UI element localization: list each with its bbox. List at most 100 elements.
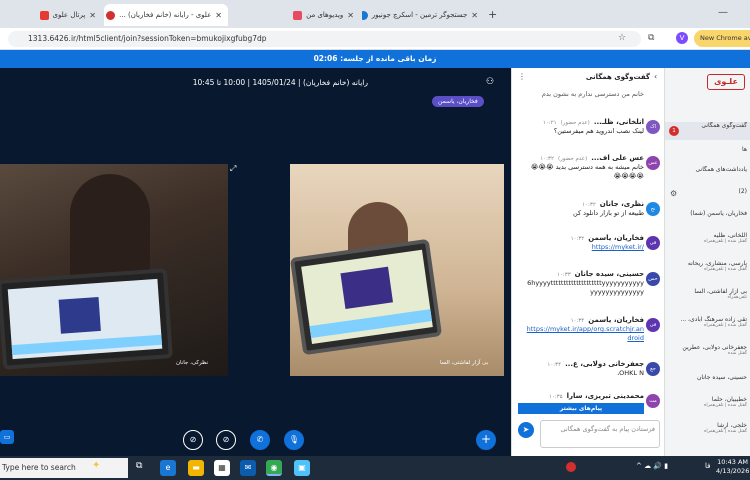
tab-title: پرتال علوی (52, 11, 86, 19)
message-link[interactable]: https://myket.ir/ (524, 243, 644, 252)
user-status: گفتل شده | تلفن‌همراه (704, 239, 747, 245)
session-timer-banner: زمان باقی مانده از جلسه: 02:06 (0, 50, 750, 68)
user-list-item[interactable]: بی آزار لفاشتی، السا تلفن‌همراه (665, 288, 750, 306)
file-explorer-icon[interactable]: ▬ (188, 460, 204, 476)
nav-item[interactable]: ها (665, 146, 750, 164)
user-list-item[interactable]: خطیبیان، حلما گفتل شده | تلفن‌همراه (665, 396, 750, 414)
fullscreen-icon[interactable]: ⤢ (230, 164, 236, 174)
site-favicon (293, 10, 303, 20)
close-icon[interactable]: ✕ (89, 11, 96, 20)
sender-name: جعفرخانی دولابی، ع...۱۰:۳۴ (547, 360, 644, 368)
chevron-left-icon[interactable]: ‹ (654, 72, 657, 81)
avatar: فی (646, 318, 660, 332)
taskbar: Type here to search ✦ ⧉ e ▬ ▦ ✉ ◉ ▣ ^ ☁ … (0, 456, 750, 480)
nav-item-shared-notes[interactable]: یادداشت‌های همگانی (665, 166, 750, 184)
users-panel: علـوی گفت‌وگوی همگانی 1 ها یادداشت‌های ه… (664, 68, 750, 456)
screenshare-off-button[interactable]: ⊘ (183, 430, 203, 450)
user-name: جعفرخانی دولابی، عطرین (682, 344, 747, 351)
tablet-screen (0, 268, 173, 370)
tab-title: جستجوگر ترمین - اسکرچ جونیور (371, 11, 468, 19)
close-icon[interactable]: ✕ (215, 11, 222, 20)
tab-meeting[interactable]: ✕ علوی - رایانه (خانم فخاریان) ... (104, 4, 228, 26)
notification-icon[interactable] (566, 462, 576, 472)
sender-name: حسینی، سیده جانان۱۰:۳۳ (557, 270, 644, 278)
task-view-icon[interactable]: ⧉ (136, 461, 142, 471)
nav-label: یادداشت‌های همگانی (695, 166, 747, 173)
chat-message: فخاریان، یاسمن۱۰:۳۴ https://myket.ir/app… (524, 316, 644, 343)
app-icon[interactable]: ▣ (294, 460, 310, 476)
user-list-item[interactable]: اللخانی، ظلیه گفتل شده | تلفن‌همراه (665, 232, 750, 250)
nav-label: گفت‌وگوی همگانی (701, 122, 747, 129)
profile-avatar[interactable]: V (676, 32, 688, 44)
sender-name: عس علی اف...(عدم حضور)۱۰:۳۲ (540, 154, 644, 162)
user-list-item[interactable]: خلجی، آرشا گفتل شده | تلفن‌همراه (665, 422, 750, 440)
user-list-item[interactable]: پارسی، منشاری، ریحانه گفتل شده | تلفن‌همر… (665, 260, 750, 278)
tab-search[interactable]: ✕ جستجوگر ترمین - اسکرچ جونیور (362, 4, 484, 26)
logo: علـوی (707, 74, 745, 90)
video-tile-left[interactable]: نظرکی، جانان (0, 164, 228, 376)
user-status: گفتل شده | تلفن‌همراه (704, 403, 747, 409)
language-indicator[interactable]: فا (705, 462, 710, 470)
chat-message: انلخانی، ظلـ...(عدم حضور)۱۰:۲۱ لینک نصب … (524, 118, 644, 136)
clock[interactable]: 10:43 AM 4/13/2026 (716, 458, 749, 476)
chrome-icon[interactable]: ◉ (266, 460, 282, 476)
user-name: حسینی، سیده جانان (696, 374, 747, 381)
camera-off-button[interactable]: ⊘ (216, 430, 236, 450)
add-button[interactable]: + (476, 430, 496, 450)
message-text: طبیعه از تو بازار دانلود کن (573, 209, 644, 218)
unread-badge: 1 (669, 126, 679, 136)
chat-message: فخاریان، یاسمن۱۰:۳۲ https://myket.ir/ (524, 234, 644, 252)
user-status: گفتل شده (727, 351, 747, 357)
extensions-icon[interactable]: ⧉ (648, 33, 654, 43)
new-tab-icon[interactable]: + (488, 8, 497, 21)
tablet-display (7, 278, 163, 360)
phone-button[interactable]: ✆ (250, 430, 270, 450)
gear-icon[interactable]: ⚙ (670, 189, 677, 198)
users-count: (2) (665, 188, 750, 206)
close-icon[interactable]: ✕ (471, 11, 478, 20)
scratch-stage (58, 297, 101, 334)
microphone-button[interactable]: 🎙 (284, 430, 304, 450)
bookmark-star-icon[interactable]: ☆ (618, 33, 626, 43)
chat-options-icon[interactable]: ⋮ (518, 72, 526, 81)
user-list-item[interactable]: فخاریان، یاسمن (شما) (665, 210, 750, 228)
browser-tab-strip: ✕ پرتال علوی ✕ علوی - رایانه (خانم فخاری… (0, 0, 750, 28)
user-list-item[interactable]: جعفرخانی دولابی، عطرین گفتل شده (665, 344, 750, 362)
system-tray-icons[interactable]: ^ ☁ 🔊 ▮ (636, 462, 668, 470)
user-list-item[interactable]: حسینی، سیده جانان (665, 374, 750, 392)
sender-name: انلخانی، ظلـ...(عدم حضور)۱۰:۲۱ (542, 118, 644, 126)
user-name: خلجی، آرشا (717, 422, 747, 429)
user-status: گفتل شده | تلفن‌همراه (704, 323, 747, 329)
scratch-stage (340, 266, 393, 309)
meeting-title: رایانه (خانم فخاریان) | 1405/01/24 | 10:… (192, 78, 368, 87)
screen-share-icon[interactable]: ▭ (0, 430, 14, 444)
mail-icon[interactable]: ✉ (240, 460, 256, 476)
avatar: حس (646, 272, 660, 286)
edge-icon[interactable]: e (160, 460, 176, 476)
user-name: اللخانی، ظلیه (713, 232, 748, 239)
user-name: تقی زاده سرهنگ آبادی، ... (680, 316, 747, 323)
message-link[interactable]: https://myket.ir/app/org.scratchjr.andro… (524, 325, 644, 343)
sender-name: نظری، جانان۱۰:۳۲ (582, 200, 644, 208)
taskbar-search[interactable]: Type here to search (0, 458, 128, 478)
close-icon[interactable]: ✕ (347, 11, 354, 20)
tab-videos[interactable]: ✕ ویدیوهای من (230, 4, 360, 26)
user-name: خطیبیان، حلما (711, 396, 747, 403)
send-icon[interactable]: ➤ (518, 422, 534, 438)
user-name: فخاریان، یاسمن (شما) (690, 210, 747, 217)
chat-message: محمدینی تبریزی، سارا۱۰:۳۵ (524, 392, 644, 401)
store-icon[interactable]: ▦ (214, 460, 230, 476)
chat-input[interactable]: فرستادن پیام به گفت‌وگوی همگانی (540, 420, 660, 448)
tab-portal[interactable]: ✕ پرتال علوی (2, 4, 102, 26)
user-name: بی آزار لفاشتی، السا (694, 288, 747, 295)
more-messages-button[interactable]: پیام‌های بیشتر (518, 403, 644, 414)
minimize-icon[interactable]: — (718, 7, 728, 18)
user-icon[interactable]: ⚇ (486, 77, 494, 87)
nav-label: ها (742, 146, 747, 153)
user-list-item[interactable]: تقی زاده سرهنگ آبادی، ... گفتل شده | تلفن… (665, 316, 750, 334)
user-name: پارسی، منشاری، ریحانه (687, 260, 747, 267)
url-field[interactable]: 1313.6426.ir/html5client/join?sessionTok… (8, 31, 641, 47)
chrome-update-button[interactable]: New Chrome ava (694, 30, 750, 47)
video-tile-right[interactable]: بی آزار لفاشتی، السا (290, 164, 504, 376)
user-status: گفتل شده | تلفن‌همراه (704, 429, 747, 435)
